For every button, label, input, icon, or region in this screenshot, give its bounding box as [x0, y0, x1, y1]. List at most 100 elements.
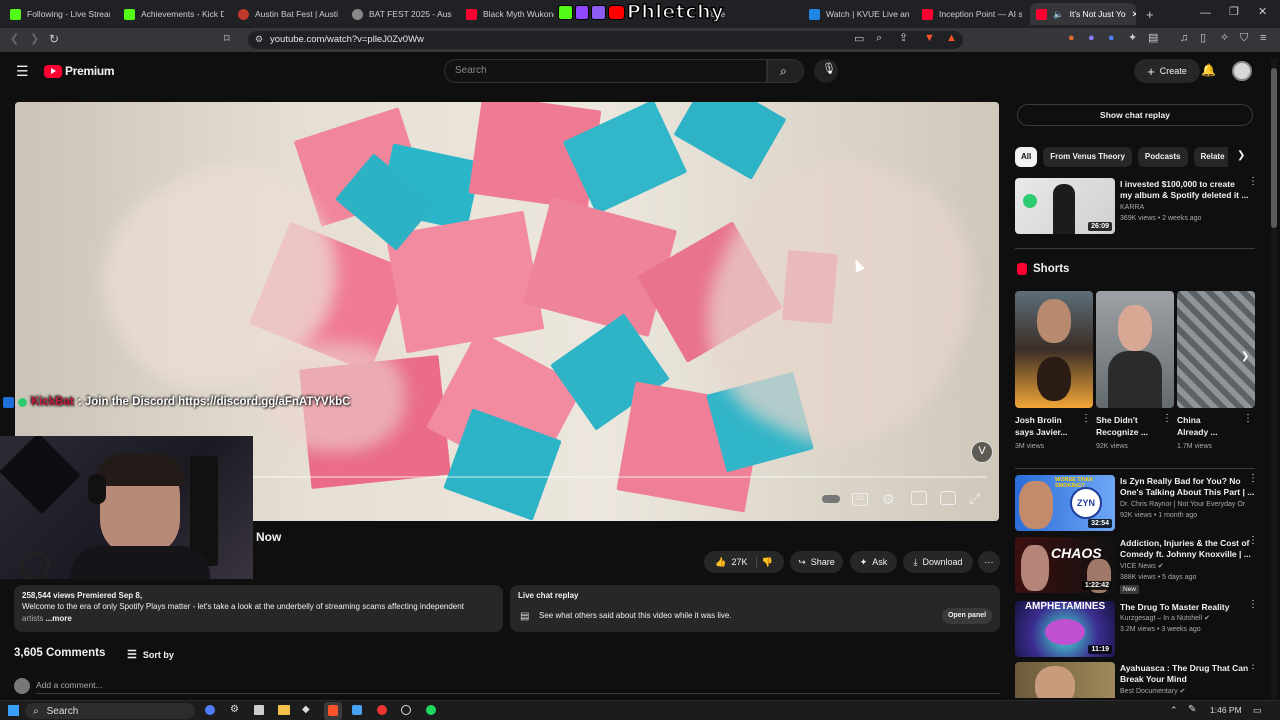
- like-button[interactable]: 👍 27K: [715, 556, 757, 568]
- extensions-icon[interactable]: ✦: [1128, 33, 1137, 44]
- chip-from-venus-theory[interactable]: From Venus Theory: [1043, 147, 1132, 167]
- more-vertical-icon[interactable]: ⋮: [1081, 414, 1091, 424]
- brave-rewards-icon[interactable]: ▲: [946, 33, 957, 44]
- brave-taskbar-button[interactable]: [324, 702, 342, 720]
- fullscreen-icon[interactable]: ⤢: [969, 491, 980, 505]
- miniplayer-icon[interactable]: [911, 491, 927, 505]
- leo-icon[interactable]: ✧: [1220, 33, 1229, 44]
- avatar[interactable]: [1232, 61, 1252, 81]
- description-box[interactable]: 258,544 views Premiered Sep 8, Welcome t…: [14, 585, 503, 632]
- tab-inception-point[interactable]: Inception Point — AI s: [916, 3, 1022, 25]
- extension-fox-icon[interactable]: ●: [1068, 33, 1075, 44]
- zoom-icon[interactable]: ⌕: [876, 33, 882, 44]
- close-tab-icon[interactable]: ✕: [1132, 9, 1136, 20]
- maximize-icon[interactable]: ❐: [1229, 7, 1239, 18]
- app-icon[interactable]: ◆: [302, 704, 310, 715]
- share-button[interactable]: ↪ Share: [790, 551, 843, 573]
- search-input[interactable]: Search: [444, 59, 767, 83]
- tab-austin-bat-fest[interactable]: Austin Bat Fest | Austi: [232, 3, 338, 25]
- captions-icon[interactable]: CC: [852, 493, 868, 506]
- more-actions-button[interactable]: ⋯: [978, 551, 1000, 573]
- tab-following[interactable]: Following - Live Stream: [4, 3, 110, 25]
- app-circle-icon[interactable]: [401, 705, 411, 715]
- taskbar-search[interactable]: ⌕ Search: [25, 703, 195, 719]
- chip-podcasts[interactable]: Podcasts: [1137, 147, 1188, 167]
- tab-kvue[interactable]: Watch | KVUE Live and: [803, 3, 909, 25]
- tab-black-myth[interactable]: Black Myth Wukong: [460, 3, 554, 25]
- chip-all[interactable]: All: [1015, 147, 1038, 167]
- more-vertical-icon[interactable]: ⋮: [1243, 414, 1253, 424]
- extension-blue-icon[interactable]: ●: [1108, 33, 1115, 44]
- new-tab-icon[interactable]: +: [1146, 8, 1154, 21]
- back-icon[interactable]: ❮: [10, 34, 19, 45]
- pen-icon[interactable]: ✎: [1188, 704, 1196, 715]
- recommendation-item[interactable]: CHAOS 1:22:42 Addiction, Injuries & the …: [1015, 536, 1258, 599]
- dislike-button[interactable]: 👎: [762, 557, 773, 568]
- notifications-bell-icon[interactable]: 🔔: [1201, 64, 1216, 76]
- share-page-icon[interactable]: ⇪: [899, 33, 908, 44]
- extension-purple-icon[interactable]: ●: [1088, 33, 1095, 44]
- hamburger-menu-icon[interactable]: ☰: [16, 64, 29, 78]
- scrollbar-thumb[interactable]: [1271, 68, 1277, 228]
- more-vertical-icon[interactable]: ⋮: [1248, 662, 1255, 671]
- chip-related[interactable]: Relate: [1193, 147, 1228, 167]
- more-vertical-icon[interactable]: ⋮: [1248, 536, 1258, 546]
- recommendation-item[interactable]: 26:09 I invested $100,000 to create my a…: [1015, 177, 1258, 236]
- tray-chevron-icon[interactable]: ⌃: [1170, 705, 1178, 716]
- autoplay-toggle[interactable]: [822, 495, 840, 503]
- ask-button[interactable]: ✦ Ask: [850, 551, 897, 573]
- sidebar-icon[interactable]: ▯: [1200, 33, 1206, 44]
- more-vertical-icon[interactable]: ⋮: [1248, 474, 1258, 484]
- notification-center-icon[interactable]: ▭: [1253, 705, 1262, 716]
- file-explorer-icon[interactable]: [278, 705, 290, 715]
- bookmark-icon[interactable]: ⌑: [224, 34, 230, 45]
- settings-gear-icon[interactable]: ⚙: [882, 492, 895, 506]
- windows-start-icon[interactable]: [8, 705, 19, 716]
- theater-mode-icon[interactable]: [940, 491, 956, 505]
- menu-icon[interactable]: ≡: [1260, 33, 1266, 44]
- reading-list-icon[interactable]: ▤: [1148, 33, 1158, 44]
- show-more-link[interactable]: ...more: [46, 614, 72, 623]
- tab-bat-fest-2025[interactable]: BAT FEST 2025 - Austi: [346, 3, 452, 25]
- short-item[interactable]: ❯ China Already ... 1.7M views ⋮: [1177, 291, 1255, 457]
- site-info-icon[interactable]: ⚙: [255, 35, 263, 44]
- spotify-icon[interactable]: [426, 705, 436, 715]
- youtube-premium-logo[interactable]: Premium: [44, 64, 115, 78]
- tab-achievements[interactable]: Achievements - Kick D: [118, 3, 224, 25]
- media-icon[interactable]: ♫: [1180, 33, 1188, 44]
- shorts-next-icon[interactable]: ❯: [1241, 351, 1249, 362]
- recommendation-item[interactable]: Ayahuasca : The Drug That Can Break Your…: [1015, 662, 1255, 698]
- recommendation-item[interactable]: AMPHETAMINES 11:19 The Drug To Master Re…: [1015, 600, 1258, 659]
- open-panel-button[interactable]: Open panel: [942, 608, 992, 624]
- reload-icon[interactable]: ↻: [49, 33, 59, 45]
- copilot-icon[interactable]: [205, 705, 215, 715]
- minimize-icon[interactable]: —: [1200, 8, 1211, 19]
- page-scrollbar[interactable]: [1271, 58, 1277, 700]
- forward-icon[interactable]: ❯: [30, 34, 39, 45]
- progress-bar[interactable]: [253, 476, 987, 478]
- more-vertical-icon[interactable]: ⋮: [1162, 414, 1172, 424]
- add-comment-input[interactable]: Add a comment...: [36, 680, 1000, 694]
- close-window-icon[interactable]: ✕: [1258, 7, 1267, 18]
- vpn-icon[interactable]: ⛉: [1240, 33, 1248, 44]
- short-item[interactable]: She Didn't Recognize ... 92K views ⋮: [1096, 291, 1174, 457]
- tab-active-video[interactable]: 🔈 It's Not Just Yo ✕: [1030, 3, 1136, 25]
- store-icon[interactable]: [254, 705, 264, 715]
- chips-next-icon[interactable]: ❯: [1237, 151, 1245, 161]
- app-red-icon[interactable]: [377, 705, 387, 715]
- brave-shield-icon[interactable]: ▼: [924, 33, 935, 44]
- more-vertical-icon[interactable]: ⋮: [1248, 600, 1258, 610]
- download-button[interactable]: ⤓ Download: [903, 551, 973, 573]
- more-vertical-icon[interactable]: ⋮: [1248, 177, 1258, 187]
- settings-app-icon[interactable]: ⚙: [230, 704, 239, 715]
- sort-by-button[interactable]: ☰ Sort by: [127, 648, 174, 661]
- recommendation-item[interactable]: WORSE THAN SMOKING? ZYN 32:54 Is Zyn Rea…: [1015, 474, 1258, 533]
- short-item[interactable]: Josh Brolin says Javier... 3M views ⋮: [1015, 291, 1093, 457]
- voice-search-button[interactable]: 🎙: [814, 59, 838, 83]
- create-button[interactable]: + Create: [1134, 59, 1200, 83]
- obs-icon[interactable]: [352, 705, 362, 715]
- show-chat-replay-button[interactable]: Show chat replay: [1017, 104, 1253, 126]
- cast-icon[interactable]: ▭: [854, 34, 864, 45]
- search-button[interactable]: ⌕: [767, 59, 804, 83]
- channel-watermark-icon[interactable]: V: [971, 441, 993, 463]
